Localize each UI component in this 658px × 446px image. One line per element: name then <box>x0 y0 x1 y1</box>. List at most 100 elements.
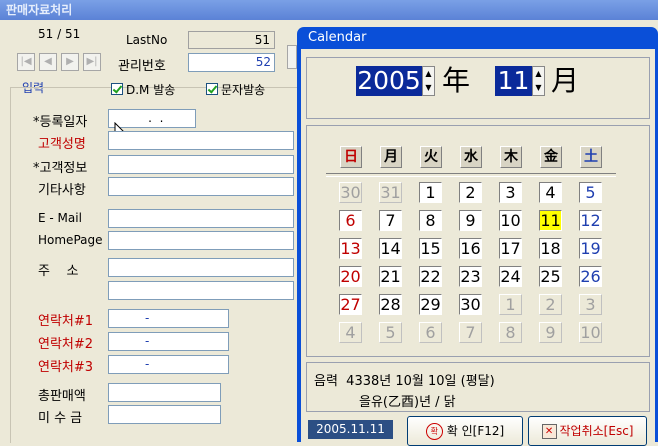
address-label: 주 소 <box>38 264 79 279</box>
address-field-1[interactable] <box>108 258 294 277</box>
year-unit-label: 年 <box>442 64 471 97</box>
dm-checkbox[interactable] <box>111 83 123 95</box>
calendar-day[interactable]: 9 <box>539 322 562 343</box>
unpaid-field[interactable] <box>108 405 221 424</box>
calendar-day[interactable]: 30 <box>339 182 362 203</box>
calendar-dialog: Calendar 2005 ▲ ▼ 年 11 ▲ ▼ 月 음력 4338년 10월 … <box>297 27 658 446</box>
contact2-field[interactable]: - <box>108 332 229 351</box>
calendar-day[interactable]: 9 <box>459 210 482 231</box>
email-field[interactable] <box>108 209 294 228</box>
calendar-day[interactable]: 27 <box>339 294 362 315</box>
month-unit-label: 月 <box>551 64 580 97</box>
weekday-header: 月 <box>380 146 402 168</box>
lunar-year-text: 을유(乙酉)년 / 닭 <box>359 395 456 410</box>
selected-date-display: 2005.11.11 <box>308 420 393 439</box>
total-sales-label: 총판매액 <box>38 389 86 404</box>
calendar-day-today[interactable]: 11 <box>539 210 562 231</box>
first-record-icon[interactable]: |◀ <box>17 53 35 71</box>
calendar-day[interactable]: 4 <box>539 182 562 203</box>
calendar-day[interactable]: 25 <box>539 266 562 287</box>
calendar-day[interactable]: 8 <box>499 322 522 343</box>
weekday-header: 水 <box>460 146 482 168</box>
main-window-title: 판매자료처리 <box>0 0 658 20</box>
total-sales-field[interactable] <box>108 383 221 402</box>
calendar-day[interactable]: 2 <box>459 182 482 203</box>
homepage-field[interactable] <box>108 231 294 250</box>
sms-checkbox[interactable] <box>206 83 218 95</box>
ok-button-label: 확 인[F12] <box>446 424 505 438</box>
calendar-day[interactable]: 10 <box>579 322 602 343</box>
lunar-date-text: 음력 4338년 10월 10일 (평달) <box>314 374 495 389</box>
last-record-icon[interactable]: ▶| <box>83 53 101 71</box>
cancel-button-label: 작업취소[Esc] <box>559 424 634 438</box>
confirm-stamp-icon: 확 <box>425 423 443 440</box>
calendar-day[interactable]: 6 <box>339 210 362 231</box>
sms-label: 문자발송 <box>221 83 266 97</box>
misc-field[interactable] <box>108 177 294 196</box>
name-field[interactable] <box>108 131 294 150</box>
calendar-day[interactable]: 7 <box>459 322 482 343</box>
calendar-day[interactable]: 6 <box>419 322 442 343</box>
calendar-day[interactable]: 16 <box>459 238 482 259</box>
calendar-day[interactable]: 3 <box>579 294 602 315</box>
hidden-button-edge[interactable] <box>287 45 297 69</box>
info-label: *고객정보 <box>33 161 88 176</box>
next-record-icon[interactable]: ▶ <box>61 53 79 71</box>
calendar-day[interactable]: 13 <box>339 238 362 259</box>
calendar-day[interactable]: 8 <box>419 210 442 231</box>
manage-number-label: 관리번호 <box>118 59 166 74</box>
calendar-day[interactable]: 12 <box>579 210 602 231</box>
calendar-day[interactable]: 5 <box>379 322 402 343</box>
address-field-2[interactable] <box>108 281 294 300</box>
homepage-label: HomePage <box>38 233 103 247</box>
weekday-header: 金 <box>540 146 562 168</box>
contact3-field[interactable]: - <box>108 355 229 374</box>
calendar-day[interactable]: 28 <box>379 294 402 315</box>
reg-date-label: *등록일자 <box>33 115 88 130</box>
name-label: 고객성명 <box>38 137 86 152</box>
dm-label: D.M 발송 <box>126 83 176 97</box>
calendar-day[interactable]: 17 <box>499 238 522 259</box>
calendar-day[interactable]: 2 <box>539 294 562 315</box>
prev-record-icon[interactable]: ◀ <box>39 53 57 71</box>
calendar-day[interactable]: 20 <box>339 266 362 287</box>
calendar-day[interactable]: 31 <box>379 182 402 203</box>
calendar-day[interactable]: 24 <box>499 266 522 287</box>
calendar-day[interactable]: 23 <box>459 266 482 287</box>
calendar-day[interactable]: 14 <box>379 238 402 259</box>
calendar-day[interactable]: 30 <box>459 294 482 315</box>
year-field[interactable]: 2005 <box>356 66 422 96</box>
calendar-day[interactable]: 18 <box>539 238 562 259</box>
calendar-title: Calendar <box>308 30 367 45</box>
contact3-label: 연락처#3 <box>38 360 94 375</box>
calendar-day[interactable]: 5 <box>579 182 602 203</box>
manage-number-field[interactable]: 52 <box>188 53 275 72</box>
weekday-header: 土 <box>580 146 602 168</box>
lastno-label: LastNo <box>126 33 168 47</box>
cancel-x-icon: ✕ <box>541 424 557 439</box>
weekday-header: 火 <box>420 146 442 168</box>
calendar-day[interactable]: 7 <box>379 210 402 231</box>
info-field[interactable] <box>108 155 294 174</box>
calendar-day[interactable]: 22 <box>419 266 442 287</box>
lastno-value: 51 <box>188 31 275 49</box>
year-spinner[interactable]: ▲ ▼ <box>422 66 435 96</box>
contact1-label: 연락처#1 <box>38 314 94 329</box>
calendar-body: 2005 ▲ ▼ 年 11 ▲ ▼ 月 음력 4338년 10월 10일 (평달) … <box>301 49 655 446</box>
unpaid-label: 미 수 금 <box>38 411 83 426</box>
calendar-day[interactable]: 15 <box>419 238 442 259</box>
month-spinner[interactable]: ▲ ▼ <box>532 66 545 96</box>
calendar-day[interactable]: 10 <box>499 210 522 231</box>
calendar-day[interactable]: 4 <box>339 322 362 343</box>
calendar-day[interactable]: 26 <box>579 266 602 287</box>
contact1-field[interactable]: - <box>108 309 229 328</box>
calendar-day[interactable]: 19 <box>579 238 602 259</box>
calendar-day[interactable]: 1 <box>419 182 442 203</box>
calendar-day[interactable]: 29 <box>419 294 442 315</box>
calendar-day[interactable]: 1 <box>499 294 522 315</box>
month-field[interactable]: 11 <box>495 66 532 96</box>
contact2-label: 연락처#2 <box>38 337 94 352</box>
calendar-day[interactable]: 21 <box>379 266 402 287</box>
email-label: E - Mail <box>38 211 82 225</box>
calendar-day[interactable]: 3 <box>499 182 522 203</box>
